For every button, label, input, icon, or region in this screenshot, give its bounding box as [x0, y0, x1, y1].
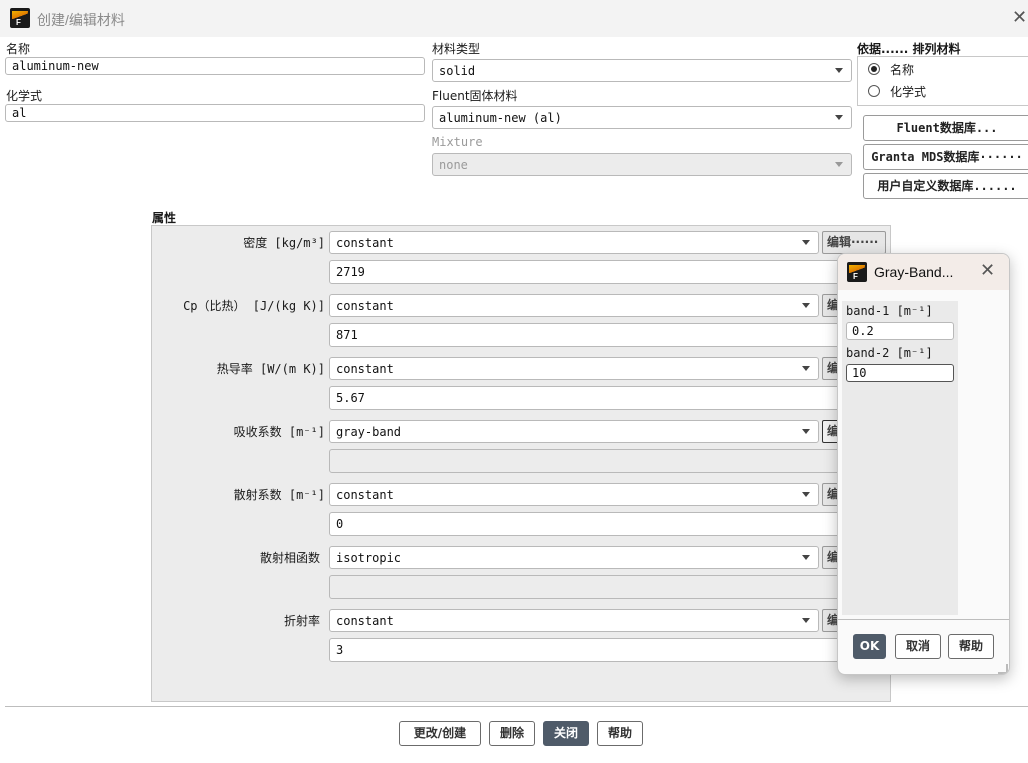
sort-by-group: [857, 56, 1028, 106]
absorption-coefficient-method-select[interactable]: gray-band: [329, 420, 819, 443]
absorption-coefficient-label: 吸收系数 [m⁻¹]: [233, 425, 325, 439]
fluent-app-icon: F: [847, 262, 867, 282]
thermal-conductivity-label: 热导率 [W/(m K)]: [216, 362, 325, 376]
gray-band-close-icon[interactable]: ✕: [980, 260, 995, 281]
chevron-down-icon: [835, 115, 843, 120]
gray-band-ok-button[interactable]: OK: [853, 634, 886, 659]
density-edit-button[interactable]: 编辑······: [822, 231, 886, 254]
properties-header: 属性: [152, 211, 177, 225]
scattering-phase-function-value-input: [329, 575, 841, 599]
density-value-input[interactable]: 2719: [329, 260, 841, 284]
change-create-button[interactable]: 更改/创建: [399, 721, 481, 746]
refractive-index-value-input[interactable]: 3: [329, 638, 841, 662]
chevron-down-icon: [802, 240, 810, 245]
gray-band-divider: [838, 619, 1009, 620]
thermal-conductivity-value-input[interactable]: 5.67: [329, 386, 841, 410]
close-button[interactable]: 关闭: [543, 721, 589, 746]
footer-divider: [5, 706, 1028, 707]
name-label: 名称: [6, 42, 31, 56]
gray-band-title: Gray-Band...: [874, 264, 954, 280]
user-database-button[interactable]: 用户自定义数据库......: [863, 173, 1028, 199]
absorption-coefficient-value-input: [329, 449, 841, 473]
name-input[interactable]: aluminum-new: [5, 57, 425, 75]
gray-band-help-button[interactable]: 帮助: [948, 634, 994, 659]
window-title: 创建/编辑材料: [37, 12, 125, 28]
thermal-conductivity-method-select[interactable]: constant: [329, 357, 819, 380]
scattering-coefficient-value-input[interactable]: 0: [329, 512, 841, 536]
scattering-phase-function-method-select[interactable]: isotropic: [329, 546, 819, 569]
mixture-label: Mixture: [432, 135, 483, 149]
chevron-down-icon: [802, 555, 810, 560]
band-2-label: band-2 [m⁻¹]: [846, 346, 933, 360]
band-1-input[interactable]: 0.2: [846, 322, 954, 340]
fluent-solid-label: Fluent固体材料: [432, 89, 518, 103]
chevron-down-icon: [835, 162, 843, 167]
cp-label: Cp（比热） [J/(kg K)]: [183, 299, 325, 313]
refractive-index-method-select[interactable]: constant: [329, 609, 819, 632]
material-type-label: 材料类型: [432, 42, 481, 56]
chevron-down-icon: [802, 303, 810, 308]
sort-by-name-radio[interactable]: [868, 63, 880, 75]
chevron-down-icon: [835, 68, 843, 73]
formula-label: 化学式: [6, 89, 43, 103]
material-type-select[interactable]: solid: [432, 59, 852, 82]
density-method-select[interactable]: constant: [329, 231, 819, 254]
band-1-label: band-1 [m⁻¹]: [846, 304, 933, 318]
window-close-icon[interactable]: ✕: [1012, 7, 1027, 28]
help-button[interactable]: 帮助: [597, 721, 643, 746]
density-label: 密度 [kg/m³]: [243, 236, 325, 250]
sort-by-formula-radio[interactable]: [868, 85, 880, 97]
fluent-database-button[interactable]: Fluent数据库...: [863, 115, 1028, 141]
scattering-coefficient-label: 散射系数 [m⁻¹]: [233, 488, 325, 502]
granta-database-button[interactable]: Granta MDS数据库······: [863, 144, 1028, 170]
mixture-select: none: [432, 153, 852, 176]
chevron-down-icon: [802, 429, 810, 434]
chevron-down-icon: [802, 618, 810, 623]
formula-input[interactable]: al: [5, 104, 425, 122]
cp-method-select[interactable]: constant: [329, 294, 819, 317]
gray-band-dialog: F Gray-Band... ✕ band-1 [m⁻¹] 0.2 band-2…: [837, 253, 1010, 675]
scattering-phase-function-label: 散射相函数: [259, 551, 320, 565]
chevron-down-icon: [802, 366, 810, 371]
cp-value-input[interactable]: 871: [329, 323, 841, 347]
title-bar: [0, 0, 1028, 37]
resize-grip-icon[interactable]: [998, 664, 1008, 674]
refractive-index-label: 折射率: [283, 614, 320, 628]
gray-band-cancel-button[interactable]: 取消: [895, 634, 941, 659]
scattering-coefficient-method-select[interactable]: constant: [329, 483, 819, 506]
delete-button[interactable]: 删除: [489, 721, 535, 746]
fluent-solid-select[interactable]: aluminum-new (al): [432, 106, 852, 129]
sort-by-formula-label: 化学式: [890, 85, 927, 99]
sort-by-label: 依据...... 排列材料: [857, 42, 961, 56]
sort-by-name-label: 名称: [890, 63, 915, 77]
fluent-app-icon: F: [10, 8, 30, 28]
band-2-input[interactable]: 10: [846, 364, 954, 382]
chevron-down-icon: [802, 492, 810, 497]
